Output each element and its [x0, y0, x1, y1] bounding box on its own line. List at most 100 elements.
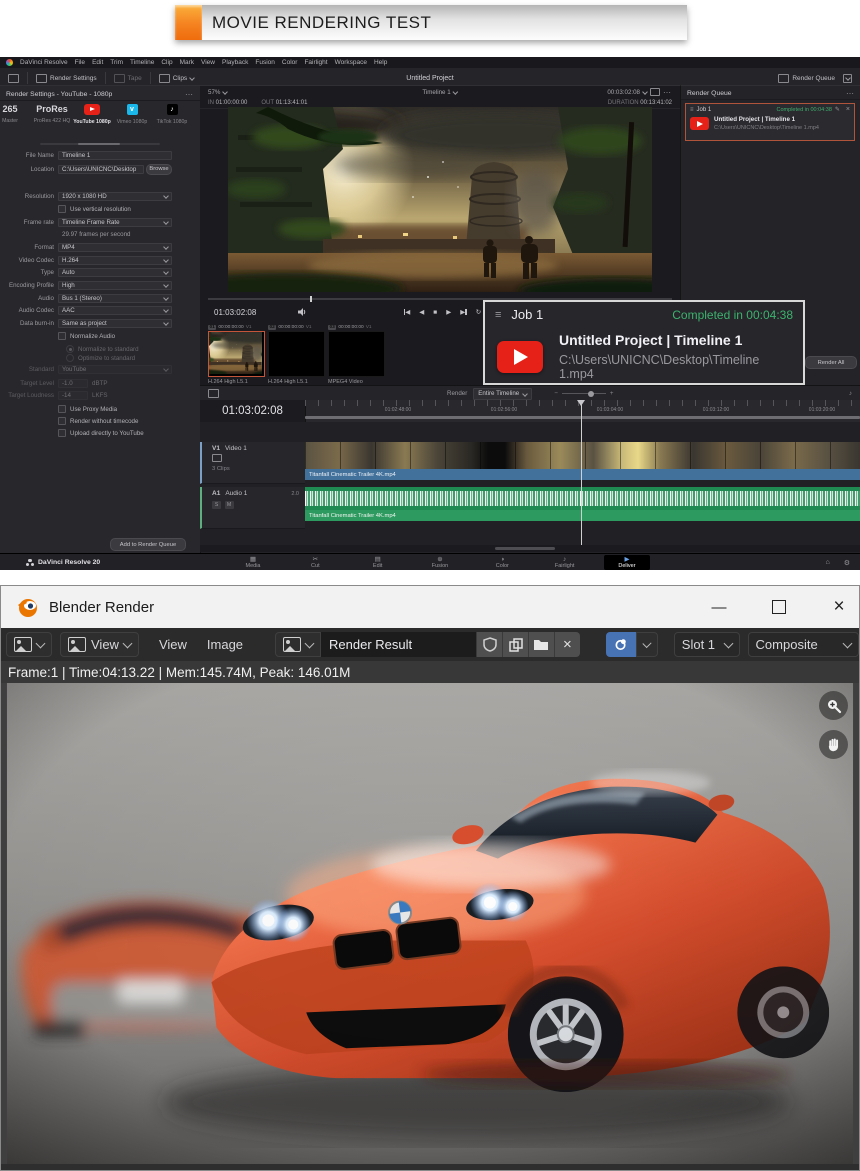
menu-fusion[interactable]: Fusion: [255, 59, 275, 66]
job-card[interactable]: ≡ Job 1 Completed in 00:04:38 ✎ × Untitl…: [685, 103, 855, 141]
speaker-icon[interactable]: [298, 308, 307, 316]
tab-color[interactable]: ◑Color: [479, 555, 525, 570]
preset-youtube[interactable]: YouTube 1080p: [72, 104, 112, 125]
audio-codec-select[interactable]: AAC: [58, 306, 172, 315]
delete-job-icon[interactable]: ×: [846, 106, 850, 113]
video-codec-select[interactable]: H.264: [58, 256, 172, 265]
menu-trim[interactable]: Trim: [110, 59, 123, 66]
preset-vimeo[interactable]: v Vimeo 1080p: [112, 104, 152, 125]
location-input[interactable]: C:\Users\UNICNC\Desktop: [58, 165, 144, 174]
preset-prores[interactable]: ProRes ProRes 422 HQ: [32, 104, 72, 124]
timeline-hscrollbar[interactable]: [200, 545, 860, 552]
new-image-button[interactable]: [502, 632, 528, 657]
timeline-options-icon[interactable]: [208, 389, 219, 398]
clips-button[interactable]: Clips: [159, 74, 194, 83]
solo-button[interactable]: S: [212, 501, 221, 509]
data-burnin-select[interactable]: Same as project: [58, 319, 172, 328]
unlink-image-button[interactable]: ×: [554, 632, 580, 657]
home-icon[interactable]: ⌂: [825, 559, 829, 567]
open-image-button[interactable]: [528, 632, 554, 657]
tab-cut[interactable]: ✂Cut: [292, 555, 338, 570]
menu-playback[interactable]: Playback: [222, 59, 248, 66]
render-clip-2[interactable]: 02 00:00:00:00 V1 H.264 High L5.1: [268, 324, 325, 385]
tab-fairlight[interactable]: ♪Fairlight: [542, 555, 588, 570]
blender-title-bar[interactable]: Blender Render — ×: [1, 586, 859, 628]
browse-button[interactable]: Browse: [146, 164, 172, 175]
render-wo-tc-checkbox[interactable]: [58, 417, 66, 425]
normalize-audio-checkbox[interactable]: [58, 332, 66, 340]
editor-mode-select[interactable]: View: [60, 632, 139, 657]
type-select[interactable]: Auto: [58, 268, 172, 277]
image-pin-button[interactable]: [606, 632, 636, 657]
format-select[interactable]: MP4: [58, 243, 172, 252]
more-icon[interactable]: ⋯: [663, 88, 672, 97]
image-datablock-field[interactable]: Render Result: [321, 632, 476, 657]
menu-help[interactable]: Help: [374, 59, 387, 66]
clip-1-thumbnail[interactable]: [208, 331, 265, 377]
viewer-timeline-select[interactable]: Timeline 1: [422, 89, 457, 96]
menu-fairlight[interactable]: Fairlight: [304, 59, 327, 66]
render-settings-button[interactable]: Render Settings: [36, 74, 97, 83]
fake-user-button[interactable]: [476, 632, 502, 657]
menu-clip[interactable]: Clip: [161, 59, 172, 66]
timeline-ruler[interactable]: 01:03:02:08 01:02:48:00 01:02:56:00 01:0…: [200, 400, 860, 422]
pan-gizmo-button[interactable]: [819, 730, 848, 759]
menu-color[interactable]: Color: [282, 59, 298, 66]
export-icon[interactable]: [650, 88, 660, 96]
target-level-input[interactable]: -1.0: [58, 379, 88, 388]
skip-start-button[interactable]: ◀: [404, 308, 411, 316]
pin-dropdown[interactable]: [636, 632, 658, 657]
vertical-res-checkbox[interactable]: [58, 205, 66, 213]
more-icon[interactable]: ⋯: [846, 89, 855, 98]
standard-select[interactable]: YouTube: [58, 365, 172, 374]
optimize-std-radio[interactable]: [66, 354, 74, 362]
gear-icon[interactable]: ⚙: [844, 559, 850, 567]
clip-2-thumbnail[interactable]: [268, 331, 325, 377]
more-icon[interactable]: ⋯: [185, 90, 194, 99]
preset-h265-master[interactable]: 265 Master: [0, 104, 30, 124]
add-to-render-queue-button[interactable]: Add to Render Queue: [110, 538, 186, 551]
upload-yt-checkbox[interactable]: [58, 429, 66, 437]
video-clip[interactable]: Titanfall Cinematic Trailer 4K.mp4: [305, 442, 860, 480]
file-name-input[interactable]: Timeline 1: [58, 151, 172, 160]
audio-select[interactable]: Bus 1 (Stereo): [58, 294, 172, 303]
viewer-zoom[interactable]: 57%: [208, 89, 220, 96]
editor-type-button[interactable]: [6, 632, 52, 657]
render-queue-toggle[interactable]: Render Queue: [778, 74, 835, 83]
menu-file[interactable]: File: [75, 59, 85, 66]
viewer-timecode[interactable]: 00:03:02:08: [607, 89, 640, 96]
menu-workspace[interactable]: Workspace: [335, 59, 367, 66]
pass-select[interactable]: Composite: [748, 632, 859, 657]
playhead-marker[interactable]: [577, 400, 585, 406]
loop-button[interactable]: ↻: [476, 308, 481, 316]
edit-job-icon[interactable]: ✎: [835, 106, 840, 113]
tape-button[interactable]: Tape: [114, 74, 142, 83]
menu-mark[interactable]: Mark: [180, 59, 194, 66]
step-back-button[interactable]: ◀: [419, 308, 424, 316]
tab-deliver[interactable]: ▶Deliver: [604, 555, 650, 570]
menu-view[interactable]: View: [201, 59, 215, 66]
encoding-profile-select[interactable]: High: [58, 281, 172, 290]
render-all-button[interactable]: Render All: [805, 356, 857, 369]
menu-timeline[interactable]: Timeline: [130, 59, 154, 66]
stop-button[interactable]: ■: [433, 309, 437, 316]
render-scope-select[interactable]: Entire Timeline: [473, 388, 532, 400]
clip-3-thumbnail[interactable]: [328, 331, 385, 377]
preset-tiktok[interactable]: ♪ TikTok 1080p: [152, 104, 192, 125]
skip-end-button[interactable]: ▶: [460, 308, 467, 316]
view-menu[interactable]: View: [149, 637, 197, 652]
zoom-gizmo-button[interactable]: [819, 691, 848, 720]
timeline-zoom-slider[interactable]: −+: [554, 390, 613, 397]
browse-image-button[interactable]: [275, 632, 321, 657]
tab-fusion[interactable]: ⊕Fusion: [417, 555, 463, 570]
audio-track-header[interactable]: A1 Audio 1 2.0 S M: [200, 487, 305, 529]
monitor-icon[interactable]: [8, 74, 19, 83]
video-track-header[interactable]: V1 Video 1 3 Clips: [200, 442, 305, 484]
timeline-scroll-bar[interactable]: [305, 416, 860, 419]
minimize-button[interactable]: —: [691, 586, 747, 628]
maximize-button[interactable]: [751, 586, 807, 628]
menu-edit[interactable]: Edit: [92, 59, 103, 66]
tab-edit[interactable]: ▤Edit: [355, 555, 401, 570]
use-proxy-checkbox[interactable]: [58, 405, 66, 413]
render-clip-3[interactable]: 03 00:00:00:00 V1 MPEG4 Video: [328, 324, 385, 385]
